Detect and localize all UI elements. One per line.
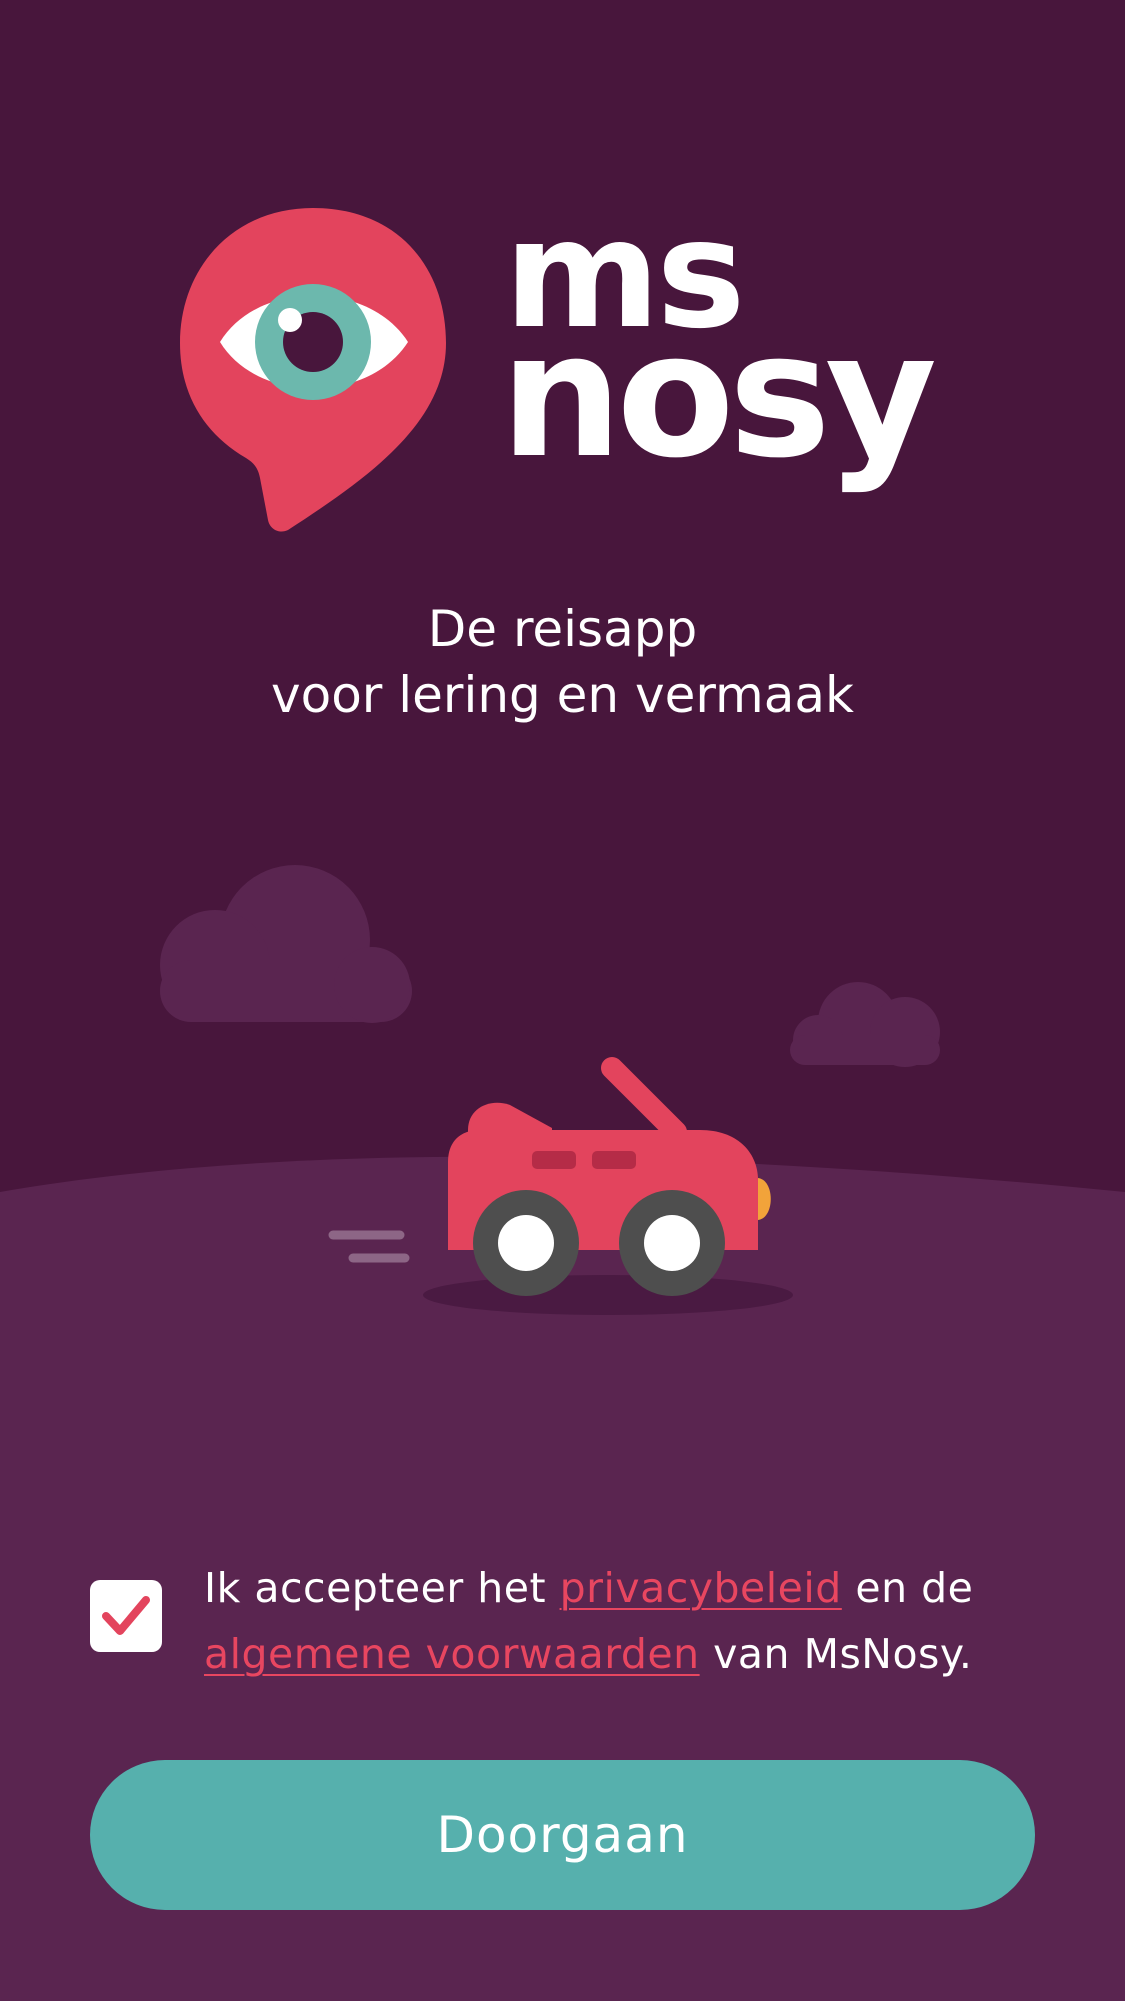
tagline-line2: voor lering en vermaak [271,666,854,724]
cloud-large-icon [160,865,412,1023]
consent-text-middle: en de [841,1564,974,1612]
consent-text-after: van MsNosy. [699,1630,973,1678]
consent-text-before: Ik accepteer het [204,1564,560,1612]
terms-link[interactable]: algemene voorwaarden [204,1630,700,1678]
car-shadow [423,1275,793,1315]
tagline: De reisapp voor lering en vermaak [0,596,1125,728]
continue-button[interactable]: Doorgaan [90,1760,1035,1910]
consent-text: Ik accepteer het privacybeleid en de alg… [204,1555,1064,1687]
logo-pin-icon [180,208,446,532]
consent-checkbox[interactable] [90,1580,162,1652]
brand-name-line2: nosy [500,295,937,496]
tagline-line1: De reisapp [427,600,698,658]
consent-row: Ik accepteer het privacybeleid en de alg… [90,1555,1050,1695]
checkmark-icon [102,1596,150,1635]
cloud-small-icon [790,982,940,1067]
privacy-policy-link[interactable]: privacybeleid [560,1564,842,1612]
